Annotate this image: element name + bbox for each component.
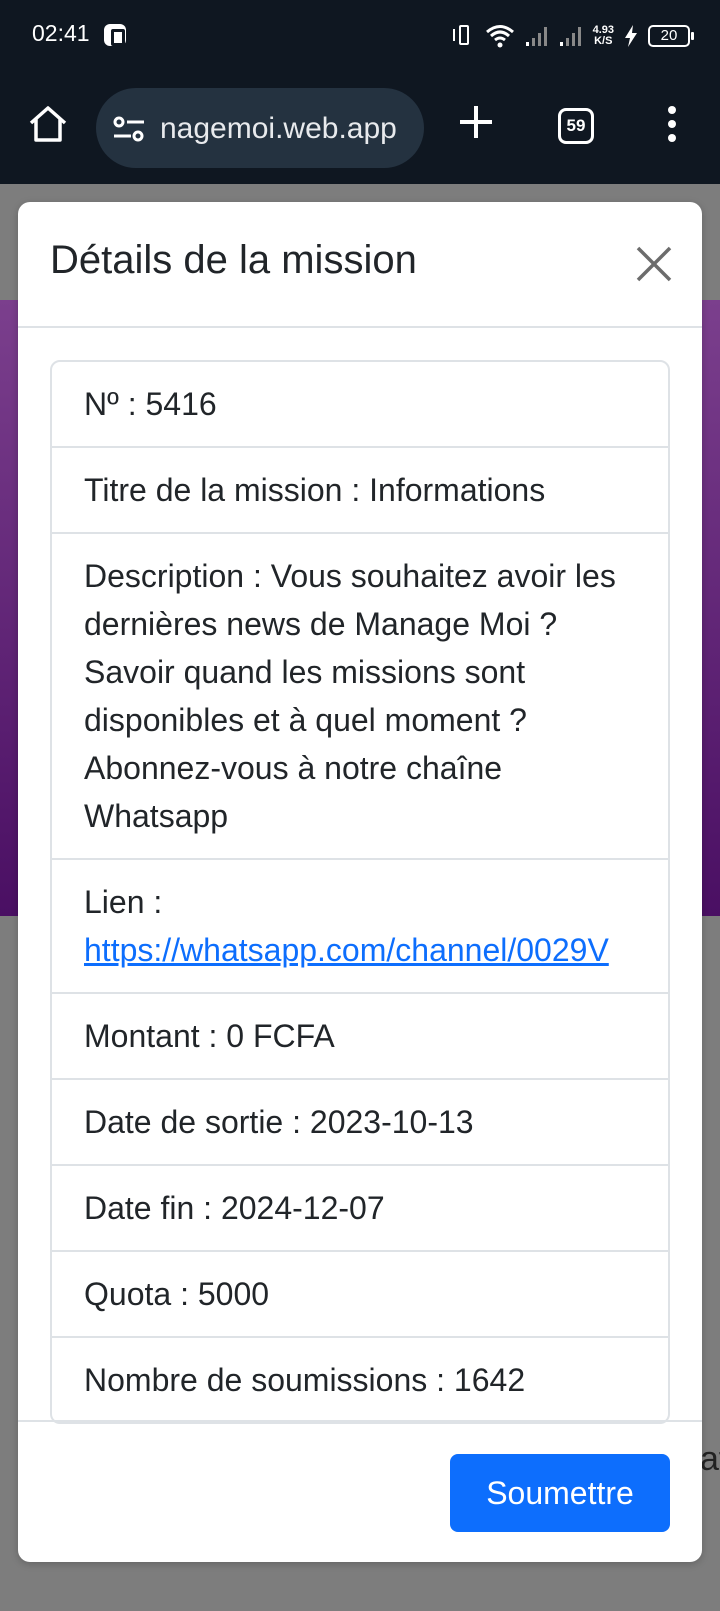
mission-release-date: Date de sortie : 2023-10-13	[52, 1080, 668, 1166]
tab-switcher-button[interactable]: 59	[558, 108, 594, 144]
status-bar: 02:41 4.93 K/S 20	[0, 0, 720, 72]
network-speed: 4.93 K/S	[593, 25, 614, 47]
battery-indicator: 20	[648, 25, 694, 47]
site-settings-icon[interactable]	[112, 114, 146, 144]
mission-end-date: Date fin : 2024-12-07	[52, 1166, 668, 1252]
signal-icon-2	[559, 27, 581, 46]
mission-details-modal: Détails de la mission Nº : 5416 Titre de…	[18, 202, 702, 1562]
url-text[interactable]: nagemoi.web.app	[160, 112, 397, 146]
wifi-icon	[485, 25, 514, 48]
mission-link[interactable]: https://whatsapp.com/channel/0029V	[84, 932, 609, 968]
address-bar[interactable]: nagemoi.web.app	[96, 88, 424, 168]
mission-link-label: Lien :	[84, 884, 163, 920]
home-icon[interactable]	[26, 102, 70, 146]
mission-number: Nº : 5416	[52, 362, 668, 448]
mission-submissions: Nombre de soumissions : 1642	[84, 1362, 526, 1398]
close-icon[interactable]	[634, 244, 674, 284]
app-notification-icon	[104, 24, 126, 46]
mission-title: Titre de la mission : Informations	[52, 448, 668, 534]
status-time: 02:41	[32, 20, 90, 46]
submit-button[interactable]: Soumettre	[450, 1454, 670, 1532]
modal-title: Détails de la mission	[50, 238, 417, 282]
page-peek-text: at	[700, 1440, 720, 1478]
mission-description: Description : Vous souhaitez avoir les d…	[52, 534, 668, 860]
modal-header: Détails de la mission	[18, 202, 702, 328]
signal-icon	[525, 27, 547, 46]
mission-link-row: Lien : https://whatsapp.com/channel/0029…	[52, 860, 668, 994]
modal-footer: Soumettre	[18, 1420, 702, 1562]
mission-detail-list: Nº : 5416 Titre de la mission : Informat…	[50, 360, 670, 1424]
new-tab-icon[interactable]	[456, 102, 496, 142]
network-speed-unit: K/S	[594, 35, 613, 47]
browser-toolbar: nagemoi.web.app 59	[0, 72, 720, 184]
charging-icon	[625, 25, 637, 47]
vibrate-icon	[452, 23, 475, 49]
status-icons: 4.93 K/S 20	[452, 18, 694, 54]
more-menu-icon[interactable]	[660, 102, 684, 146]
mission-quota: Quota : 5000	[52, 1252, 668, 1338]
modal-body: Nº : 5416 Titre de la mission : Informat…	[18, 328, 702, 1424]
mission-amount: Montant : 0 FCFA	[52, 994, 668, 1080]
